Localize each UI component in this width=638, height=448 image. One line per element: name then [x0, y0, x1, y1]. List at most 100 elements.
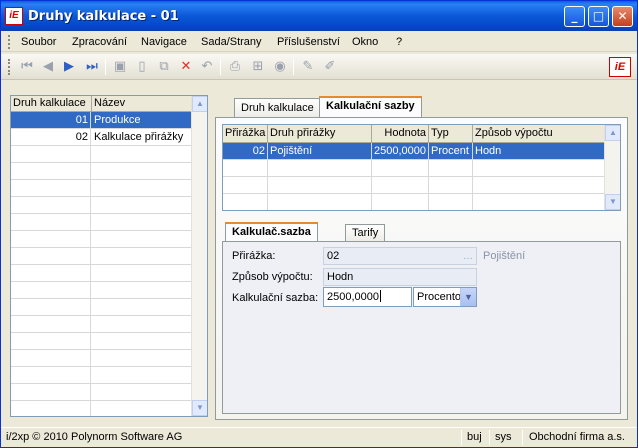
last-record-icon[interactable]: ⏭ [83, 58, 101, 76]
table-row[interactable] [223, 194, 605, 210]
table-row[interactable] [11, 367, 191, 384]
column-header-hodnota[interactable]: Hodnota [372, 125, 429, 143]
left-grid-scrollbar[interactable]: ▲ ▼ [191, 96, 207, 416]
tab-kalkulac-sazba[interactable]: Kalkulač.sazba [225, 222, 318, 243]
column-header-prirazka[interactable]: Přirážka [223, 125, 268, 143]
menu-soubor[interactable]: Soubor [21, 36, 56, 48]
menu-prislusenstvi[interactable]: Příslušenství [277, 36, 340, 48]
zpusob-vypoctu-field[interactable]: Hodn [323, 268, 477, 286]
cell-prirazka: 02 [223, 143, 268, 160]
undo-icon[interactable]: ↶ [198, 58, 216, 76]
menu-sada-strany[interactable]: Sada/Strany [201, 36, 262, 48]
next-record-icon[interactable]: ▶ [60, 58, 78, 76]
scroll-down-icon[interactable]: ▼ [192, 400, 207, 416]
status-separator [489, 430, 490, 445]
cell-druh-kalkulace: 02 [11, 129, 91, 146]
cell-druh-kalkulace [11, 333, 91, 350]
new-document-icon[interactable]: ▯ [133, 58, 151, 76]
scroll-down-icon[interactable]: ▼ [605, 194, 620, 210]
close-button[interactable]: ✕ [612, 6, 633, 27]
cell-druh-kalkulace [11, 248, 91, 265]
rates-grid-scrollbar[interactable]: ▲ ▼ [604, 125, 620, 210]
menu-navigace[interactable]: Navigace [141, 36, 187, 48]
table-row[interactable] [11, 299, 191, 316]
tab-kalkulacni-sazby[interactable]: Kalkulační sazby [319, 96, 422, 118]
table-row[interactable] [11, 163, 191, 180]
delete-icon[interactable]: ✕ [177, 58, 195, 76]
save-icon[interactable]: ▣ [111, 58, 129, 76]
table-row[interactable] [11, 333, 191, 350]
cell-nazev [92, 350, 191, 367]
typ-select[interactable]: Procento ▼ [413, 287, 477, 307]
table-row[interactable]: 02 Pojištění 2500,0000 Procent Hodn [223, 143, 605, 160]
menu-help[interactable]: ? [396, 36, 402, 48]
menu-okno[interactable]: Okno [352, 36, 378, 48]
prirazka-field[interactable]: 02 … [323, 247, 477, 265]
table-row[interactable] [223, 160, 605, 177]
column-header-typ[interactable]: Typ [429, 125, 473, 143]
calculation-types-grid[interactable]: Druh kalkulace Název 01 Produkce 02 Kalkula… [10, 95, 208, 417]
table-row[interactable] [11, 282, 191, 299]
cell-nazev [92, 214, 191, 231]
cell-nazev [92, 316, 191, 333]
rates-grid[interactable]: Přirážka Druh přirážky Hodnota Typ Způso… [222, 124, 621, 211]
tab-tarify[interactable]: Tarify [345, 224, 386, 242]
table-row[interactable] [11, 231, 191, 248]
cell-typ [429, 160, 473, 177]
table-row[interactable] [223, 177, 605, 194]
cell-nazev [92, 248, 191, 265]
cell-druh-prirazky [268, 160, 372, 177]
status-bar: i/2xp © 2010 Polynorm Software AG buj sy… [1, 427, 637, 447]
table-row[interactable]: 02 Kalkulace přirážky [11, 129, 191, 146]
status-separator [522, 430, 523, 445]
edit-all-icon[interactable]: ✐ [321, 58, 339, 76]
column-header-nazev[interactable]: Název [92, 96, 191, 112]
cell-nazev [92, 197, 191, 214]
edit-icon[interactable]: ✎ [299, 58, 317, 76]
app-logo-icon[interactable]: iE [5, 7, 23, 25]
refresh-icon[interactable]: ◉ [271, 58, 289, 76]
table-row[interactable] [11, 197, 191, 214]
cell-druh-prirazky: Pojištění [268, 143, 372, 160]
previous-record-icon[interactable]: ◀ [39, 58, 57, 76]
menu-zpracovani[interactable]: Zpracování [72, 36, 127, 48]
table-row[interactable] [11, 350, 191, 367]
table-row[interactable]: 01 Produkce [11, 112, 191, 129]
brand-logo-icon: iE [609, 57, 631, 77]
copy-icon[interactable]: ⧉ [155, 58, 173, 76]
title-bar[interactable]: iE Druhy kalkulace - 01 _ □ ✕ [1, 1, 637, 31]
column-header-druh-kalkulace[interactable]: Druh kalkulace [11, 96, 92, 112]
scroll-up-icon[interactable]: ▲ [605, 125, 620, 141]
table-row[interactable] [11, 248, 191, 265]
lookup-icon[interactable]: … [463, 248, 473, 264]
table-row[interactable] [11, 384, 191, 401]
cell-druh-kalkulace [11, 180, 91, 197]
scroll-up-icon[interactable]: ▲ [192, 96, 207, 112]
menu-grip-icon[interactable] [8, 35, 11, 49]
tab-druh-kalkulace[interactable]: Druh kalkulace [234, 98, 321, 118]
print-icon[interactable]: ⎙ [226, 58, 244, 76]
cell-druh-prirazky [268, 194, 372, 210]
cell-druh-prirazky [268, 177, 372, 194]
table-row[interactable] [11, 214, 191, 231]
table-row[interactable] [11, 146, 191, 163]
cell-nazev [92, 299, 191, 316]
table-row[interactable] [11, 316, 191, 333]
kalkulacni-sazba-label: Kalkulační sazba: [232, 292, 319, 304]
maximize-button[interactable]: □ [588, 6, 609, 27]
first-record-icon[interactable]: ⏮ [18, 58, 36, 76]
cell-nazev [92, 231, 191, 248]
toolbar-grip-icon[interactable] [8, 59, 11, 75]
cell-prirazka [223, 194, 268, 210]
table-row[interactable] [11, 180, 191, 197]
cell-nazev [92, 180, 191, 197]
table-row[interactable] [11, 265, 191, 282]
minimize-button[interactable]: _ [564, 6, 585, 27]
column-header-zpusob-vypoctu[interactable]: Způsob výpočtu [473, 125, 605, 143]
column-header-druh-prirazky[interactable]: Druh přirážky [268, 125, 372, 143]
chevron-down-icon[interactable]: ▼ [460, 288, 476, 306]
table-row[interactable] [11, 401, 191, 416]
kalkulacni-sazba-input[interactable]: 2500,0000 [323, 287, 412, 307]
structure-icon[interactable]: ⊞ [249, 58, 267, 76]
cell-druh-kalkulace [11, 401, 91, 416]
